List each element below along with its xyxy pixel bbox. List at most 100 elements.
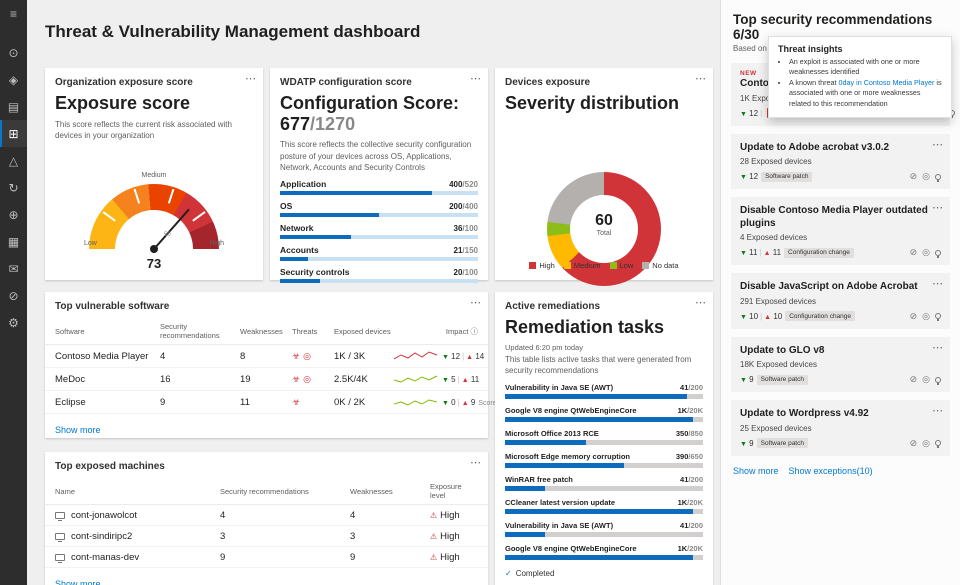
high-exposure-icon: ⚠ bbox=[430, 532, 437, 541]
cell-recommendations: 9 bbox=[220, 552, 350, 563]
nav-machines-icon[interactable]: ▤ bbox=[0, 93, 27, 120]
card-header: Top vulnerable software bbox=[45, 292, 488, 315]
check-icon: ✓ bbox=[505, 569, 512, 578]
recommendation-title: Update to Adobe acrobat v3.0.2 bbox=[740, 142, 941, 155]
trend: ▼ 11|▲ 11 bbox=[740, 248, 781, 257]
remediation-task[interactable]: CCleaner latest version update1K/20K bbox=[505, 498, 703, 514]
threat-link[interactable]: 0day in Contoso Media Player bbox=[839, 78, 935, 87]
recommendation-card[interactable]: ⋯ Disable Contoso Media Player outdated … bbox=[731, 197, 950, 265]
insight-lightbulb-icon[interactable] bbox=[935, 174, 941, 180]
remediation-task[interactable]: Google V8 engine QtWebEngineCore1K/20K bbox=[505, 406, 703, 422]
nav-alerts-icon[interactable]: △ bbox=[0, 147, 27, 174]
more-options-icon[interactable]: ⋯ bbox=[932, 277, 943, 290]
table-row[interactable]: cont-jonawolcot 4 4 ⚠High bbox=[45, 505, 488, 526]
more-options-icon[interactable]: ⋯ bbox=[470, 296, 481, 309]
left-nav-sidebar: ≡ ⊙ ◈ ▤ ⊞ △ ↻ ⊕ ▦ ✉ ⊘ ⚙ bbox=[0, 0, 27, 585]
config-bar-application: Application400/520 bbox=[280, 179, 478, 195]
severity-distribution-title: Severity distribution bbox=[495, 91, 713, 117]
configuration-change-badge: Configuration change bbox=[784, 248, 854, 258]
exposure-level: High bbox=[440, 552, 460, 563]
recommendation-card[interactable]: ⋯ Update to Wordpress v4.92 25 Exposed d… bbox=[731, 400, 950, 456]
insight-lightbulb-icon[interactable] bbox=[935, 250, 941, 256]
impact-trend: ▼ 12|▲ 14 bbox=[442, 352, 484, 361]
configuration-score-description: This score reflects the collective secur… bbox=[270, 137, 488, 173]
exposure-score-value: 73 bbox=[84, 256, 224, 271]
remediation-task[interactable]: Microsoft Office 2013 RCE350/850 bbox=[505, 429, 703, 445]
exception-icon[interactable]: ⊘ bbox=[910, 438, 918, 449]
remediation-task[interactable]: Microsoft Edge memory corruption390/650 bbox=[505, 452, 703, 468]
remediation-target-icon[interactable]: ◎ bbox=[922, 171, 930, 182]
more-options-icon[interactable]: ⋯ bbox=[932, 404, 943, 417]
exception-icon[interactable]: ⊘ bbox=[910, 374, 918, 385]
recommendation-card[interactable]: ⋯ Update to GLO v8 18K Exposed devices ▼… bbox=[731, 337, 950, 393]
cell-weaknesses: 3 bbox=[350, 531, 430, 542]
more-options-icon[interactable]: ⋯ bbox=[695, 296, 706, 309]
more-options-icon[interactable]: ⋯ bbox=[932, 201, 943, 214]
insight-lightbulb-icon[interactable] bbox=[935, 440, 941, 446]
col-impact: Impact ⓘ bbox=[442, 326, 478, 337]
info-icon[interactable]: ⓘ bbox=[471, 327, 479, 336]
nav-partners-icon[interactable]: ✉ bbox=[0, 255, 27, 282]
nav-investigations-icon[interactable]: ↻ bbox=[0, 174, 27, 201]
more-options-icon[interactable]: ⋯ bbox=[470, 72, 481, 85]
nav-hunting-icon[interactable]: ⊕ bbox=[0, 201, 27, 228]
remediation-task[interactable]: Google V8 engine QtWebEngineCore1K/20K bbox=[505, 544, 703, 560]
more-options-icon[interactable]: ⋯ bbox=[932, 341, 943, 354]
bar-label: Application bbox=[280, 179, 326, 189]
exception-icon[interactable]: ⊘ bbox=[910, 247, 918, 258]
table-row[interactable]: cont-sindiripc2 3 3 ⚠High bbox=[45, 526, 488, 547]
remediation-task[interactable]: Vulnerability in Java SE (AWT)41/200 bbox=[505, 383, 703, 399]
exposure-score-title: Exposure score bbox=[45, 91, 263, 117]
remediation-target-icon[interactable]: ◎ bbox=[922, 311, 930, 322]
configuration-score-card: WDATP configuration score ⋯ Configuratio… bbox=[270, 68, 488, 280]
show-more-link[interactable]: Show more bbox=[55, 579, 101, 585]
remediation-target-icon[interactable]: ◎ bbox=[922, 374, 930, 385]
more-options-icon[interactable]: ⋯ bbox=[695, 72, 706, 85]
legend-high: High bbox=[529, 261, 554, 270]
nav-incidents-icon[interactable]: ◈ bbox=[0, 66, 27, 93]
table-row[interactable]: Eclipse 9 11 ☣ 0K / 2K ▼ 0|▲ 9Score bbox=[45, 391, 488, 414]
insight-lightbulb-icon[interactable] bbox=[935, 377, 941, 383]
recommendation-card[interactable]: ⋯ Update to Adobe acrobat v3.0.2 28 Expo… bbox=[731, 134, 950, 190]
exposure-score-description: This score reflects the current risk ass… bbox=[45, 117, 263, 141]
more-options-icon[interactable]: ⋯ bbox=[245, 72, 256, 85]
exception-icon[interactable]: ⊘ bbox=[910, 171, 918, 182]
insight-lightbulb-icon[interactable] bbox=[935, 313, 941, 319]
exploit-icon: ☣ bbox=[292, 397, 300, 407]
more-options-icon[interactable]: ⋯ bbox=[470, 456, 481, 469]
bar-fill bbox=[280, 279, 320, 283]
trend: ▼ 12| bbox=[740, 109, 764, 118]
table-row[interactable]: Contoso Media Player 4 8 ☣◎ 1K / 3K ▼ 12… bbox=[45, 345, 488, 368]
nav-settings-icon[interactable]: ⚙ bbox=[0, 309, 27, 336]
remediation-task[interactable]: WinRAR free patch41/200 bbox=[505, 475, 703, 491]
remediation-target-icon[interactable]: ◎ bbox=[922, 247, 930, 258]
machine-name: cont-jonawolcot bbox=[71, 510, 137, 521]
table-row[interactable]: MeDoc 16 19 ☣◎ 2.5K/4K ▼ 5|▲ 11 bbox=[45, 368, 488, 391]
task-progress bbox=[505, 555, 693, 560]
trend: ▼ 12 bbox=[740, 172, 758, 181]
table-row[interactable]: cont-manas-dev 9 9 ⚠High bbox=[45, 547, 488, 568]
config-bar-network: Network36/100 bbox=[280, 223, 478, 239]
trend-sparkline bbox=[394, 395, 438, 409]
nav-tvm-dashboard-icon[interactable]: ⊞ bbox=[0, 120, 27, 147]
impact-trend: ▼ 5|▲ 11 bbox=[442, 375, 479, 384]
cell-weaknesses: 11 bbox=[240, 397, 292, 408]
show-more-link[interactable]: Show more bbox=[55, 425, 101, 435]
recommendation-card[interactable]: ⋯ Disable JavaScript on Adobe Acrobat 29… bbox=[731, 273, 950, 329]
more-options-icon[interactable]: ⋯ bbox=[932, 138, 943, 151]
show-more-link[interactable]: Show more bbox=[733, 466, 779, 476]
exception-icon[interactable]: ⊘ bbox=[910, 311, 918, 322]
remediation-target-icon[interactable]: ◎ bbox=[922, 438, 930, 449]
nav-reports-icon[interactable]: ▦ bbox=[0, 228, 27, 255]
recommendation-title: Update to GLO v8 bbox=[740, 345, 941, 358]
show-exceptions-link[interactable]: Show exceptions(10) bbox=[789, 466, 873, 476]
nav-evaluation-icon[interactable]: ⊘ bbox=[0, 282, 27, 309]
nav-security-operations-icon[interactable]: ⊙ bbox=[0, 39, 27, 66]
col-name: Name bbox=[55, 487, 220, 496]
remediation-task[interactable]: Vulnerability in Java SE (AWT)41/200 bbox=[505, 521, 703, 537]
legend-low: Low bbox=[610, 261, 634, 270]
hamburger-menu-icon[interactable]: ≡ bbox=[0, 0, 27, 27]
task-progress bbox=[505, 463, 624, 468]
gauge-mid-tick-label: 50 bbox=[164, 232, 171, 238]
gauge-high-label: High bbox=[210, 240, 224, 247]
